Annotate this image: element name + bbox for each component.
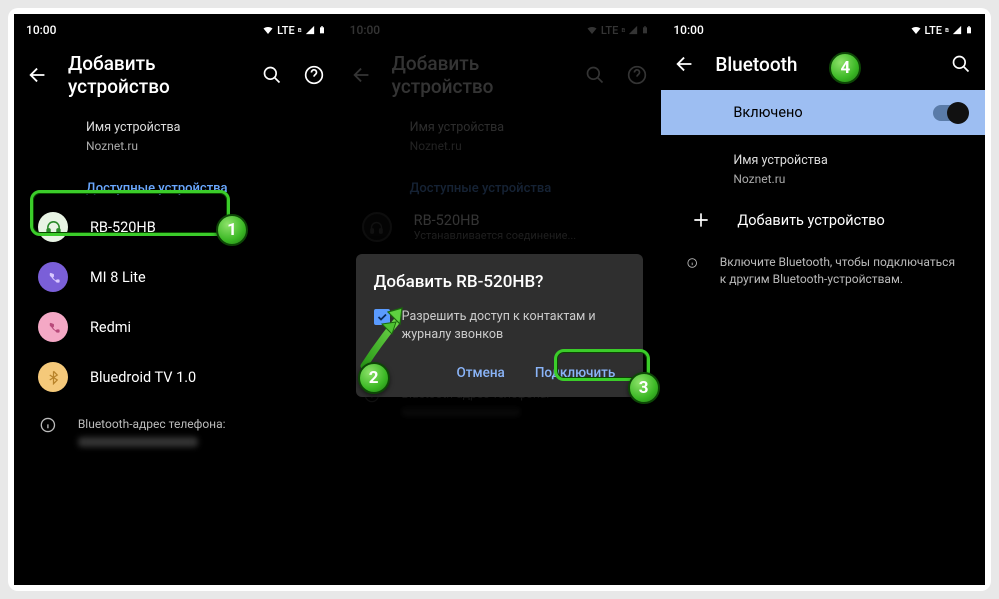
help-icon[interactable] <box>625 63 649 87</box>
pairing-dialog: Добавить RB-520HB? Разрешить доступ к ко… <box>356 254 644 397</box>
info-icon <box>40 416 56 434</box>
device-label: Redmi <box>90 319 320 336</box>
connecting-status: Устанавливается соединение... <box>414 229 644 242</box>
wifi-icon <box>262 24 274 36</box>
status-icons: LTEв <box>586 24 650 37</box>
device-row-rb520hb[interactable]: RB-520HB <box>14 202 338 252</box>
battery-icon <box>318 24 326 36</box>
app-bar: Добавить устройство <box>14 42 338 112</box>
contacts-permission-checkbox[interactable]: Разрешить доступ к контактам и журналу з… <box>374 308 626 343</box>
blurred-address <box>401 407 521 417</box>
screen-add-device: 10:00 LTE в Добавить устройство Имя устр… <box>14 14 338 585</box>
device-label: RB-520HB <box>414 212 644 229</box>
status-icons: LTEв <box>910 24 974 37</box>
app-bar: Bluetooth <box>661 42 985 90</box>
back-icon[interactable] <box>673 52 697 76</box>
device-label: RB-520HB <box>90 219 320 236</box>
screen-bluetooth: 10:00 LTEв Bluetooth Включено Имя устрой… <box>661 14 985 585</box>
search-icon[interactable] <box>260 63 284 87</box>
screen-pairing-dialog: 10:00 LTEв Добавить устройство Имя устро… <box>338 14 662 585</box>
device-name-label: Имя устройства <box>338 112 662 139</box>
device-label: MI 8 Lite <box>90 269 320 286</box>
plus-icon <box>687 210 715 230</box>
device-label: Bluedroid TV 1.0 <box>90 369 320 386</box>
add-device-label: Добавить устройство <box>737 212 967 229</box>
step-badge-1: 1 <box>216 214 248 246</box>
address-label: Bluetooth-адрес телефона: <box>78 417 226 431</box>
step-badge-3: 3 <box>628 372 660 404</box>
search-icon[interactable] <box>949 52 973 76</box>
headphones-icon <box>38 212 68 242</box>
page-title: Добавить устройство <box>68 52 242 98</box>
device-name-value: Noznet.ru <box>338 139 662 167</box>
device-row-connecting: RB-520HB Устанавливается соединение... <box>338 202 662 252</box>
help-icon[interactable] <box>302 63 326 87</box>
blurred-address <box>78 437 198 447</box>
toggle-label: Включено <box>733 104 802 121</box>
bluetooth-toggle-row[interactable]: Включено <box>661 90 985 135</box>
network-sup: в <box>298 26 302 34</box>
signal-icon <box>305 24 315 36</box>
app-bar: Добавить устройство <box>338 42 662 112</box>
bluetooth-address-row: Bluetooth-адрес телефона: <box>14 402 338 459</box>
phone-icon <box>38 312 68 342</box>
clock: 10:00 <box>26 23 56 37</box>
page-title: Bluetooth <box>715 53 931 76</box>
status-icons: LTE в <box>262 24 326 37</box>
info-icon <box>687 254 697 272</box>
device-row-bluedroid[interactable]: Bluedroid TV 1.0 <box>14 352 338 402</box>
device-name-label: Имя устройства <box>14 112 338 139</box>
status-bar: 10:00 LTEв <box>661 14 985 42</box>
connect-button[interactable]: Подключить <box>525 357 626 389</box>
page-title: Добавить устройство <box>392 52 566 98</box>
status-bar: 10:00 LTE в <box>14 14 338 42</box>
checkbox-label: Разрешить доступ к контактам и журналу з… <box>402 308 626 343</box>
status-bar: 10:00 LTEв <box>338 14 662 42</box>
checkbox-icon[interactable] <box>374 309 390 325</box>
toggle-switch[interactable] <box>933 105 967 121</box>
back-icon[interactable] <box>26 63 50 87</box>
dialog-title: Добавить RB-520HB? <box>374 272 626 292</box>
clock: 10:00 <box>673 23 703 37</box>
clock: 10:00 <box>350 23 380 37</box>
back-icon[interactable] <box>350 63 374 87</box>
available-devices-label: Доступные устройства <box>338 167 662 202</box>
headphones-icon <box>362 212 392 242</box>
device-name-value[interactable]: Noznet.ru <box>14 139 338 167</box>
bluetooth-hint-row: Включите Bluetooth, чтобы подключаться к… <box>661 240 985 297</box>
hint-text: Включите Bluetooth, чтобы подключаться к… <box>720 254 963 289</box>
device-name-value[interactable]: Noznet.ru <box>661 172 985 200</box>
add-device-row[interactable]: Добавить устройство <box>661 200 985 240</box>
device-row-redmi[interactable]: Redmi <box>14 302 338 352</box>
device-row-mi8lite[interactable]: MI 8 Lite <box>14 252 338 302</box>
step-badge-2: 2 <box>358 362 390 394</box>
bluetooth-icon <box>38 362 68 392</box>
cancel-button[interactable]: Отмена <box>446 357 514 389</box>
available-devices-label: Доступные устройства <box>14 167 338 202</box>
network-label: LTE <box>277 24 295 37</box>
phone-icon <box>38 262 68 292</box>
device-name-label: Имя устройства <box>661 145 985 172</box>
search-icon[interactable] <box>583 63 607 87</box>
